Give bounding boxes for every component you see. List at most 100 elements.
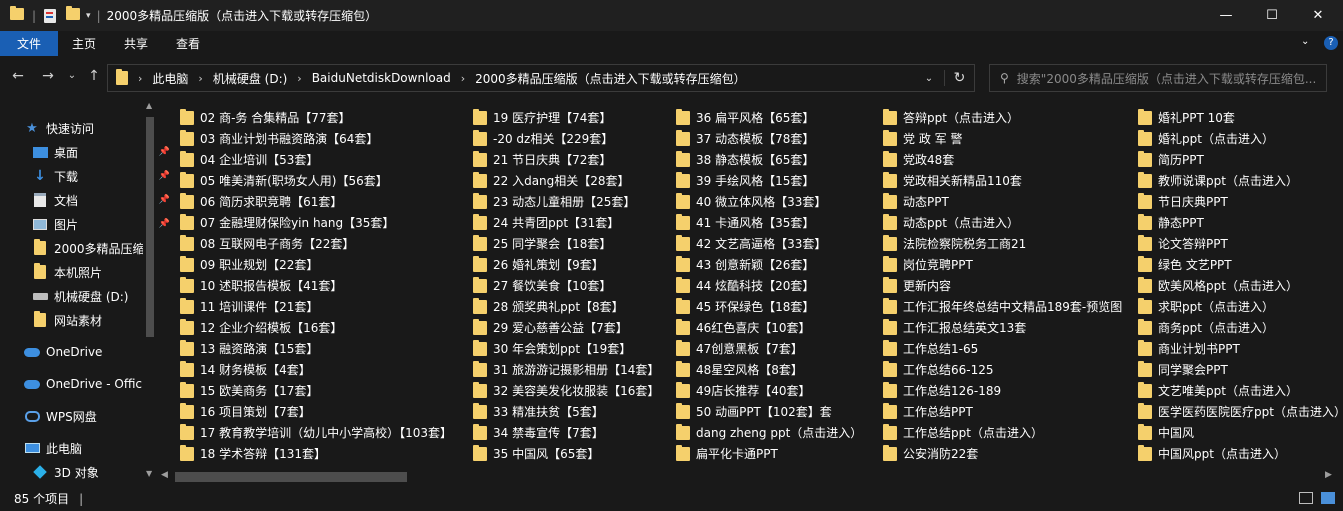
folder-item[interactable]: 静态PPT (1138, 212, 1204, 233)
folder-item[interactable]: 05 唯美清新(职场女人用)【56套】 (180, 170, 388, 191)
folder-item[interactable]: 34 禁毒宣传【7套】 (473, 422, 604, 443)
dropdown-icon[interactable]: ⌄ (914, 73, 944, 84)
folder-item[interactable]: 47创意黑板【7套】 (676, 338, 803, 359)
breadcrumb-drive-d[interactable]: 机械硬盘 (D:) (213, 70, 287, 87)
folder-item[interactable]: 40 微立体风格【33套】 (676, 191, 826, 212)
folder-item[interactable]: 33 精准扶贫【5套】 (473, 401, 604, 422)
folder-item[interactable]: 07 金融理财保险yin hang【35套】 (180, 212, 394, 233)
back-arrow-icon[interactable]: ← (8, 68, 28, 84)
folder-item[interactable]: 婚礼PPT 10套 (1138, 107, 1235, 128)
folder-item[interactable]: 31 旅游游记摄影相册【14套】 (473, 359, 659, 380)
folder-item[interactable]: 答辩ppt（点击进入） (883, 107, 1019, 128)
folder-item[interactable]: 节日庆典PPT (1138, 191, 1228, 212)
folder-item[interactable]: 08 互联网电子商务【22套】 (180, 233, 354, 254)
folder-item[interactable]: 党 政 军 警 (883, 128, 962, 149)
folder-item[interactable]: 商务ppt（点击进入） (1138, 317, 1274, 338)
folder-item[interactable]: 26 婚礼策划【9套】 (473, 254, 604, 275)
folder-item[interactable]: 工作总结ppt（点击进入） (883, 422, 1043, 443)
folder-item[interactable]: 党政相关新精品110套 (883, 170, 1022, 191)
folder-item[interactable]: 30 年会策划ppt【19套】 (473, 338, 631, 359)
folder-item[interactable]: 23 动态儿童相册【25套】 (473, 191, 635, 212)
folder-item[interactable]: 48星空风格【8套】 (676, 359, 803, 380)
folder-item[interactable]: 12 企业介绍模板【16套】 (180, 317, 342, 338)
folder-item[interactable]: 求职ppt（点击进入） (1138, 296, 1274, 317)
quick-access-dropdown-icon[interactable]: ▾ (86, 11, 91, 21)
folder-item[interactable]: 24 共青团ppt【31套】 (473, 212, 619, 233)
folder-item[interactable]: 绿色 文艺PPT (1138, 254, 1232, 275)
folder-item[interactable]: 45 环保绿色【18套】 (676, 296, 814, 317)
folder-item[interactable]: 18 学术答辩【131套】 (180, 443, 326, 464)
folder-item[interactable]: 50 动画PPT【102套】套 (676, 401, 832, 422)
folder-item[interactable]: 39 手绘风格【15套】 (676, 170, 814, 191)
scroll-up-icon[interactable]: ▲ (146, 101, 152, 110)
minimize-button[interactable]: — (1203, 0, 1249, 31)
folder-item[interactable]: 15 欧美商务【17套】 (180, 380, 318, 401)
folder-item[interactable]: 工作总结1-65 (883, 338, 978, 359)
folder-item[interactable]: 论文答辩PPT (1138, 233, 1228, 254)
folder-item[interactable]: 婚礼ppt（点击进入） (1138, 128, 1274, 149)
folder-item[interactable]: 09 职业规划【22套】 (180, 254, 318, 275)
folder-item[interactable]: 岗位竞聘PPT (883, 254, 973, 275)
folder-item[interactable]: 文艺唯美ppt（点击进入） (1138, 380, 1298, 401)
tab-view[interactable]: 查看 (162, 31, 214, 56)
forward-arrow-icon[interactable]: → (38, 68, 58, 84)
folder-item[interactable]: 同学聚会PPT (1138, 359, 1228, 380)
folder-item[interactable]: 工作汇报总结英文13套 (883, 317, 1026, 338)
folder-item[interactable]: 法院检察院税务工商21 (883, 233, 1026, 254)
folder-item[interactable]: 16 项目策划【7套】 (180, 401, 311, 422)
folder-item[interactable]: 22 入dang相关【28套】 (473, 170, 630, 191)
details-view-icon[interactable] (1299, 492, 1313, 504)
search-box[interactable]: ⚲ 搜索"2000多精品压缩版（点击进入下载或转存压缩包... (989, 64, 1327, 92)
folder-item[interactable]: 36 扁平风格【65套】 (676, 107, 814, 128)
breadcrumb-this-pc[interactable]: 此电脑 (152, 70, 188, 87)
folder-item[interactable]: 工作总结PPT (883, 401, 973, 422)
chevron-right-icon[interactable]: › (198, 72, 202, 85)
horizontal-scrollbar[interactable]: ◀ ▶ (157, 468, 1343, 486)
folder-item[interactable]: 简历PPT (1138, 149, 1204, 170)
properties-icon[interactable] (44, 8, 57, 23)
folder-item[interactable]: 32 美容美发化妆服装【16套】 (473, 380, 659, 401)
folder-item[interactable]: 49店长推荐【40套】 (676, 380, 811, 401)
breadcrumb-current-folder[interactable]: 2000多精品压缩版（点击进入下载或转存压缩包） (475, 70, 746, 87)
new-folder-icon[interactable] (66, 6, 81, 23)
maximize-button[interactable]: ☐ (1249, 0, 1295, 31)
horizontal-scroll-thumb[interactable] (175, 472, 407, 482)
folder-item[interactable]: 04 企业培训【53套】 (180, 149, 318, 170)
folder-item[interactable]: 46红色喜庆【10套】 (676, 317, 811, 338)
sidebar-scroll-thumb[interactable] (146, 117, 154, 337)
expand-ribbon-icon[interactable]: ⌄ (1301, 36, 1309, 47)
folder-item[interactable]: 28 颁奖典礼ppt【8套】 (473, 296, 624, 317)
chevron-right-icon[interactable]: › (297, 72, 301, 85)
folder-item[interactable]: 44 炫酷科技【20套】 (676, 275, 814, 296)
folder-item[interactable]: 党政48套 (883, 149, 954, 170)
sidebar-scrollbar[interactable]: ▲ ▼ (143, 101, 157, 487)
folder-item[interactable]: 14 财务模板【4套】 (180, 359, 311, 380)
folder-item[interactable]: 06 简历求职竞聘【61套】 (180, 191, 342, 212)
folder-item[interactable]: 动态ppt（点击进入） (883, 212, 1019, 233)
breadcrumb-baidu-download[interactable]: BaiduNetdiskDownload (312, 71, 451, 85)
folder-item[interactable]: 更新内容 (883, 275, 951, 296)
folder-item[interactable]: 13 融资路演【15套】 (180, 338, 318, 359)
folder-item[interactable]: 教师说课ppt（点击进入） (1138, 170, 1298, 191)
folder-item[interactable]: 43 创意新颖【26套】 (676, 254, 814, 275)
folder-item[interactable]: 35 中国风【65套】 (473, 443, 599, 464)
folder-item[interactable]: 商业计划书PPT (1138, 338, 1240, 359)
large-icons-view-icon[interactable] (1321, 492, 1335, 504)
folder-item[interactable]: 19 医疗护理【74套】 (473, 107, 611, 128)
up-arrow-icon[interactable]: ↑ (84, 68, 104, 84)
scroll-right-icon[interactable]: ▶ (1325, 470, 1332, 480)
folder-item[interactable]: 02 商-务 合集精品【77套】 (180, 107, 351, 128)
folder-item[interactable]: 工作汇报年终总结中文精品189套-预览图 (883, 296, 1122, 317)
folder-item[interactable]: 25 同学聚会【18套】 (473, 233, 611, 254)
tab-share[interactable]: 共享 (110, 31, 162, 56)
folder-item[interactable]: 27 餐饮美食【10套】 (473, 275, 611, 296)
folder-item[interactable]: 10 述职报告模板【41套】 (180, 275, 342, 296)
refresh-icon[interactable]: ↻ (944, 70, 974, 86)
folder-item[interactable]: 动态PPT (883, 191, 949, 212)
folder-item[interactable]: -20 dz相关【229套】 (473, 128, 613, 149)
folder-item[interactable]: 03 商业计划书融资路演【64套】 (180, 128, 378, 149)
folder-item[interactable]: 21 节日庆典【72套】 (473, 149, 611, 170)
recent-locations-icon[interactable]: ⌄ (62, 70, 82, 81)
folder-item[interactable]: 中国风 (1138, 422, 1194, 443)
folder-item[interactable]: 17 教育教学培训（幼儿中小学高校）【103套】 (180, 422, 452, 443)
